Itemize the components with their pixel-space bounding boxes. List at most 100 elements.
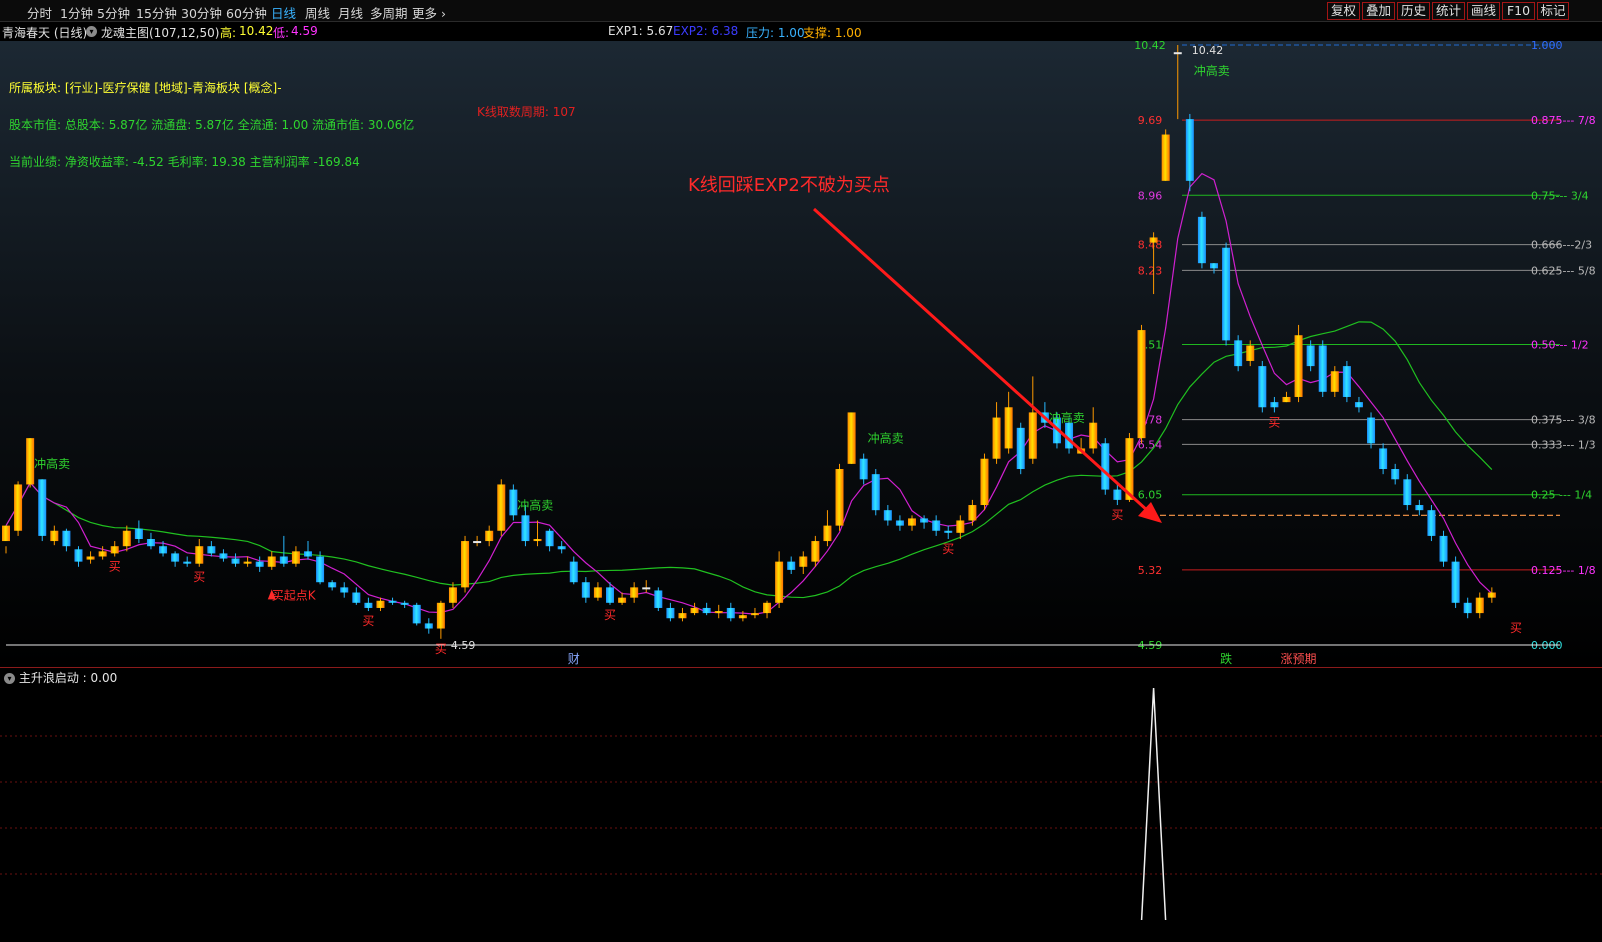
high-price-label: 10.42 (1192, 44, 1224, 57)
sell-marker-0: 冲高卖 (34, 456, 70, 471)
main-kline-chart[interactable]: 10.42 1.000 9.69 0.875--- 7/8 8.96 0.75--- 3/… (0, 41, 1602, 667)
candle-body-30 (364, 602, 373, 608)
buy-marker-5: 买 (109, 559, 121, 573)
indicator-name[interactable]: 龙魂主图(107,12,50) (101, 24, 219, 41)
candle-body-111 (1342, 366, 1351, 397)
candle-body-82 (992, 417, 1001, 459)
sub-indicator-chart[interactable] (0, 686, 1602, 942)
candle-body-85 (1028, 412, 1037, 459)
price-ratio-label-4: 0.625--- 5/8 (1531, 264, 1596, 277)
timeframe-tab-0[interactable]: 分时 (27, 3, 52, 22)
collapse-icon[interactable]: ▾ (86, 24, 97, 38)
timeframe-tab-2[interactable]: 5分钟 (97, 3, 130, 22)
candle-body-43 (521, 515, 530, 542)
candle-body-96 (1161, 134, 1170, 181)
toolbar-button-4[interactable]: 画线 (1467, 2, 1500, 20)
toolbar-button-6[interactable]: 标记 (1537, 2, 1569, 20)
candle-body-38 (461, 541, 470, 588)
timeframe-tab-3[interactable]: 15分钟 (136, 3, 177, 22)
price-level-label-4: 8.23 (1138, 264, 1163, 277)
sector-info: 所属板块: [行业]-医疗保健 [地域]-青海板块 [概念]- (9, 81, 282, 95)
candle-body-102 (1234, 340, 1243, 367)
candle-body-76 (920, 518, 929, 523)
timeframe-tab-8[interactable]: 月线 (338, 3, 363, 22)
candle-body-99 (1197, 216, 1206, 264)
price-level-label-2: 8.96 (1138, 189, 1163, 202)
candle-body-40 (485, 530, 494, 542)
price-level-label-8: 6.05 (1138, 489, 1163, 502)
sub-indicator-sep: : (78, 671, 91, 685)
candle-body-22 (267, 556, 276, 567)
exp2-value: EXP2: 6.38 (673, 24, 739, 38)
buy-marker-11: 买 (1111, 508, 1123, 522)
candle-body-65 (787, 561, 796, 570)
timeframe-tab-1[interactable]: 1分钟 (60, 3, 93, 22)
top-toolbar: 分时 1分钟 5分钟 15分钟 30分钟 60分钟 日线 周线 月线 多周期 更多 › 复权 叠加 历史统… (0, 0, 1602, 22)
toolbar-button-2[interactable]: 历史 (1397, 2, 1430, 20)
candle-body-72 (871, 474, 880, 511)
price-ratio-label-1: 0.875--- 7/8 (1531, 114, 1596, 127)
toolbar-button-0[interactable]: 复权 (1327, 2, 1360, 20)
candle-body-46 (557, 546, 566, 550)
candle-body-14 (171, 553, 180, 562)
candle-body-18 (219, 553, 228, 559)
candle-body-115 (1391, 469, 1400, 480)
candle-body-27 (328, 582, 337, 588)
equity-info: 股本市值: 总股本: 5.87亿 流通盘: 5.87亿 全流通: 1.00 流通… (9, 118, 415, 132)
stock-name: 青海春天 (日线) (2, 26, 88, 40)
candle-body-33 (400, 602, 409, 605)
pressure-value: 压力: 1.00 (746, 26, 805, 40)
candle-body-39 (473, 541, 482, 544)
candle-body-24 (291, 551, 300, 564)
timeframe-tab-9[interactable]: 多周期 (370, 3, 408, 22)
candle-body-25 (304, 551, 312, 557)
candle-body-94 (1137, 330, 1146, 439)
sub-indicator-title: ▾ 主升浪启动 : 0.00 (4, 669, 117, 686)
candle-body-107 (1294, 335, 1303, 397)
candle-body-48 (581, 582, 590, 598)
candle-body-62 (750, 613, 759, 616)
buy-marker-6: 买 (193, 570, 205, 584)
candle-body-110 (1330, 371, 1339, 392)
chart-background (0, 41, 1602, 667)
candle-body-63 (763, 602, 772, 614)
candle-body-12 (146, 538, 155, 547)
timeframe-tab-5[interactable]: 60分钟 (226, 3, 267, 22)
sub-indicator-name[interactable]: 主升浪启动 (19, 671, 79, 685)
candle-body-116 (1403, 479, 1412, 506)
candle-body-79 (956, 520, 965, 533)
candle-body-44 (533, 538, 542, 542)
candle-body-103 (1246, 345, 1255, 361)
candle-body-16 (195, 546, 204, 564)
toolbar-button-5[interactable]: F10 (1502, 2, 1535, 20)
candle-body-47 (569, 561, 578, 583)
candle-body-61 (738, 615, 747, 619)
toolbar-button-3[interactable]: 统计 (1432, 2, 1465, 20)
candle-body-75 (908, 518, 916, 526)
candle-body-53 (642, 587, 651, 590)
candle-body-58 (702, 607, 711, 614)
candle-body-60 (726, 607, 735, 619)
timeframe-tab-4[interactable]: 30分钟 (181, 3, 222, 22)
timeframe-tab-7[interactable]: 周线 (305, 3, 330, 22)
candle-body-112 (1354, 402, 1363, 408)
candle-body-59 (714, 611, 723, 614)
candle-body-91 (1101, 443, 1110, 490)
kline-period-info: K线取数周期: 107 (477, 105, 576, 119)
collapse-icon[interactable]: ▾ (4, 673, 15, 684)
candle-body-49 (593, 587, 602, 598)
candle-body-1 (14, 484, 23, 531)
candle-body-90 (1089, 422, 1098, 449)
timeframe-tab-10[interactable]: 更多 › (412, 3, 446, 22)
bottom-label-0: 财 (568, 652, 580, 666)
sell-marker-4: 冲高卖 (1194, 63, 1230, 78)
candle-body-117 (1415, 505, 1424, 511)
timeframe-tab-6[interactable]: 日线 (271, 3, 296, 22)
toolbar-button-1[interactable]: 叠加 (1362, 2, 1395, 20)
sub-indicator-value: 0.00 (90, 671, 118, 685)
candle-body-92 (1113, 489, 1122, 500)
price-ratio-label-0: 1.000 (1531, 41, 1563, 52)
candle-body-57 (690, 607, 699, 614)
candle-body-106 (1282, 396, 1291, 403)
buy-start-label: 买起点K (272, 588, 317, 602)
